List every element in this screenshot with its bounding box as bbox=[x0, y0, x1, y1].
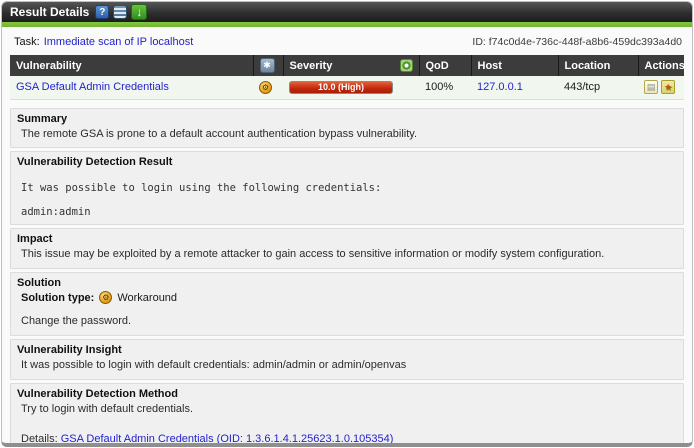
col-header-location: Location bbox=[558, 55, 638, 76]
detection-result-line2: admin:admin bbox=[17, 206, 677, 218]
cell-severity: 10.0 (High) bbox=[283, 76, 419, 99]
section-insight: Vulnerability Insight It was possible to… bbox=[10, 339, 684, 380]
solution-type-value: Workaround bbox=[117, 292, 177, 304]
nvt-details-link[interactable]: GSA Default Admin Credentials (OID: 1.3.… bbox=[61, 433, 394, 445]
cell-vulnerability: GSA Default Admin Credentials bbox=[10, 76, 253, 99]
col-header-actions: Actions bbox=[638, 55, 684, 76]
results-list-icon[interactable] bbox=[113, 5, 127, 19]
cell-qod: 100% bbox=[419, 76, 471, 99]
workaround-icon: ⚙ bbox=[259, 81, 272, 94]
detection-method-heading: Vulnerability Detection Method bbox=[17, 388, 677, 400]
solution-text: Change the password. bbox=[17, 314, 677, 329]
col-header-severity: Severity bbox=[283, 55, 419, 76]
task-label: Task: bbox=[14, 36, 40, 48]
add-note-icon[interactable]: ▤ bbox=[644, 80, 658, 94]
task-link[interactable]: Immediate scan of IP localhost bbox=[44, 36, 194, 48]
col-header-host: Host bbox=[471, 55, 558, 76]
host-link[interactable]: 127.0.0.1 bbox=[477, 81, 523, 93]
impact-text: This issue may be exploited by a remote … bbox=[17, 247, 677, 262]
cell-actions: ▤ ★ bbox=[638, 76, 684, 99]
severity-header-label: Severity bbox=[290, 60, 333, 72]
col-header-vulnerability: Vulnerability bbox=[10, 55, 253, 76]
table-row: GSA Default Admin Credentials ⚙ 10.0 (Hi… bbox=[10, 76, 684, 99]
page-title: Result Details bbox=[10, 5, 89, 19]
result-id: ID: f74c0d4e-736c-448f-a8b6-459dc393a4d0 bbox=[472, 36, 682, 48]
section-impact: Impact This issue may be exploited by a … bbox=[10, 228, 684, 269]
detection-result-heading: Vulnerability Detection Result bbox=[17, 156, 677, 168]
insight-heading: Vulnerability Insight bbox=[17, 344, 677, 356]
insight-text: It was possible to login with default cr… bbox=[17, 358, 677, 373]
section-solution: Solution Solution type: ⚙ Workaround Cha… bbox=[10, 272, 684, 336]
cell-location: 443/tcp bbox=[558, 76, 638, 99]
details-line: Details: GSA Default Admin Credentials (… bbox=[17, 427, 677, 447]
solution-heading: Solution bbox=[17, 277, 677, 289]
solution-type-label: Solution type: bbox=[21, 292, 94, 304]
solution-type-line: Solution type: ⚙ Workaround bbox=[17, 291, 677, 304]
severity-bar: 10.0 (High) bbox=[289, 81, 393, 94]
col-header-solution-type: ✱ bbox=[253, 55, 283, 76]
col-header-qod: QoD bbox=[419, 55, 471, 76]
vulnerability-link[interactable]: GSA Default Admin Credentials bbox=[16, 81, 169, 93]
solution-type-column-icon: ✱ bbox=[260, 58, 275, 73]
workaround-icon: ⚙ bbox=[99, 291, 112, 304]
cell-host: 127.0.0.1 bbox=[471, 76, 558, 99]
cell-solution-type: ⚙ bbox=[253, 76, 283, 99]
result-table: Vulnerability ✱ Severity QoD Host Locati… bbox=[10, 55, 684, 100]
summary-text: The remote GSA is prone to a default acc… bbox=[17, 127, 677, 142]
task-line: Task: Immediate scan of IP localhost ID:… bbox=[10, 33, 684, 55]
section-summary: Summary The remote GSA is prone to a def… bbox=[10, 108, 684, 149]
add-override-icon[interactable]: ★ bbox=[661, 80, 675, 94]
section-detection-method: Vulnerability Detection Method Try to lo… bbox=[10, 383, 684, 447]
help-icon[interactable]: ? bbox=[95, 5, 109, 19]
detection-method-text: Try to login with default credentials. bbox=[17, 402, 677, 417]
content-area: Task: Immediate scan of IP localhost ID:… bbox=[2, 27, 692, 447]
window-titlebar: Result Details ? ↓ bbox=[2, 2, 692, 22]
detection-result-line1: It was possible to login using the follo… bbox=[17, 182, 677, 194]
result-details-window: Result Details ? ↓ Task: Immediate scan … bbox=[1, 1, 693, 447]
export-download-icon[interactable]: ↓ bbox=[131, 4, 147, 20]
impact-heading: Impact bbox=[17, 233, 677, 245]
summary-heading: Summary bbox=[17, 113, 677, 125]
overrides-toggle-icon[interactable] bbox=[400, 59, 413, 72]
table-header-row: Vulnerability ✱ Severity QoD Host Locati… bbox=[10, 55, 684, 76]
severity-value: 10.0 (High) bbox=[318, 83, 364, 92]
section-detection-result: Vulnerability Detection Result It was po… bbox=[10, 151, 684, 225]
details-label: Details: bbox=[21, 433, 58, 445]
